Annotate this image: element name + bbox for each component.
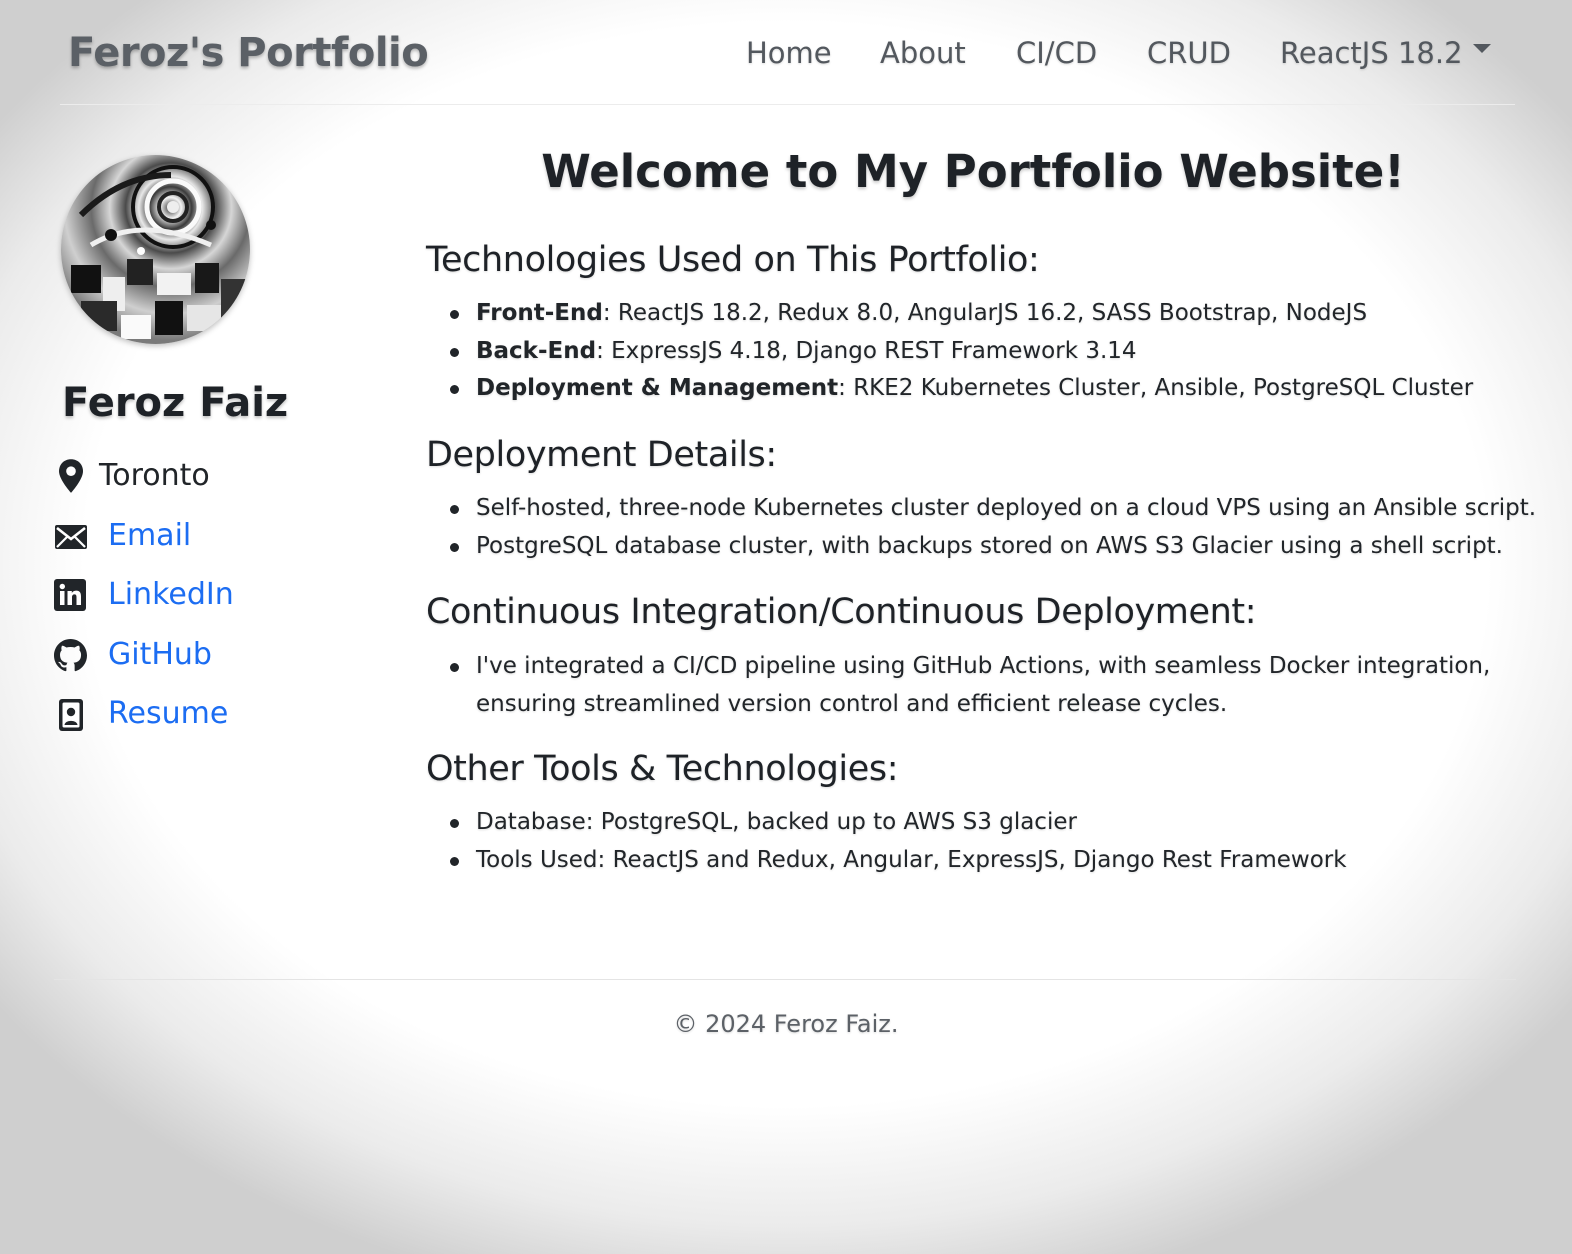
list-item: Deployment & Management: RKE2 Kubernetes…	[449, 370, 1474, 408]
location-text: Toronto	[99, 458, 210, 493]
nav-home[interactable]: Home	[746, 36, 832, 70]
nav-about[interactable]: About	[880, 36, 966, 70]
other-tools-list: Database: PostgreSQL, backed up to AWS S…	[426, 804, 1347, 879]
resume-label[interactable]: Resume	[108, 694, 228, 734]
list-item-text: : ExpressJS 4.18, Django REST Framework …	[596, 337, 1137, 364]
list-item-bold: Front-End	[476, 300, 603, 326]
linkedin-icon	[54, 579, 86, 611]
section-heading-deployment: Deployment Details:	[426, 435, 777, 475]
envelope-icon	[55, 525, 87, 549]
nav-cicd[interactable]: CI/CD	[1016, 36, 1097, 70]
resume-icon	[59, 699, 83, 731]
list-item: Self-hosted, three-node Kubernetes clust…	[449, 490, 1536, 528]
section-heading-technologies: Technologies Used on This Portfolio:	[426, 240, 1040, 280]
cicd-list: I've integrated a CI/CD pipeline using G…	[426, 648, 1490, 723]
github-icon	[54, 639, 87, 672]
list-item-bold: Back-End	[476, 337, 597, 364]
section-heading-other-tools: Other Tools & Technologies:	[426, 749, 899, 789]
section-heading-cicd: Continuous Integration/Continuous Deploy…	[426, 592, 1257, 632]
list-item: I've integrated a CI/CD pipeline using G…	[449, 648, 1491, 723]
technologies-list: Front-End: ReactJS 18.2, Redux 8.0, Angu…	[426, 295, 1473, 408]
profile-name: Feroz Faiz	[62, 380, 289, 426]
navbar: Feroz's Portfolio Home About CI/CD CRUD …	[60, 0, 1515, 105]
footer-divider	[54, 979, 1516, 980]
avatar	[61, 155, 250, 344]
brand-logo[interactable]: Feroz's Portfolio	[68, 30, 429, 76]
map-pin-icon	[59, 459, 83, 493]
linkedin-label[interactable]: LinkedIn	[108, 575, 234, 615]
list-item-text: : ReactJS 18.2, Redux 8.0, AngularJS 16.…	[602, 300, 1368, 326]
email-label[interactable]: Email	[108, 516, 191, 556]
list-item: Front-End: ReactJS 18.2, Redux 8.0, Angu…	[449, 295, 1473, 333]
list-item-text: : RKE2 Kubernetes Cluster, Ansible, Post…	[838, 375, 1474, 401]
caret-down-icon	[1472, 43, 1491, 53]
nav-dropdown-reactjs[interactable]: ReactJS 18.2	[1280, 36, 1491, 70]
list-item: Tools Used: ReactJS and Redux, Angular, …	[450, 842, 1347, 880]
deployment-list: Self-hosted, three-node Kubernetes clust…	[426, 490, 1536, 565]
list-item-text-continued: ensuring streamlined version control and…	[476, 690, 1228, 717]
github-label[interactable]: GitHub	[108, 635, 212, 675]
nav-dropdown-label: ReactJS 18.2	[1280, 36, 1463, 70]
list-item: PostgreSQL database cluster, with backup…	[449, 528, 1536, 566]
footer-copyright: © 2024 Feroz Faiz.	[673, 1010, 899, 1038]
list-item: Database: PostgreSQL, backed up to AWS S…	[450, 804, 1347, 842]
nav-crud[interactable]: CRUD	[1147, 36, 1231, 70]
page-title: Welcome to My Portfolio Website!	[541, 145, 1405, 198]
list-item-text: I've integrated a CI/CD pipeline using G…	[476, 653, 1491, 679]
list-item: Back-End: ExpressJS 4.18, Django REST Fr…	[449, 333, 1473, 371]
list-item-bold: Deployment & Management	[476, 375, 839, 401]
